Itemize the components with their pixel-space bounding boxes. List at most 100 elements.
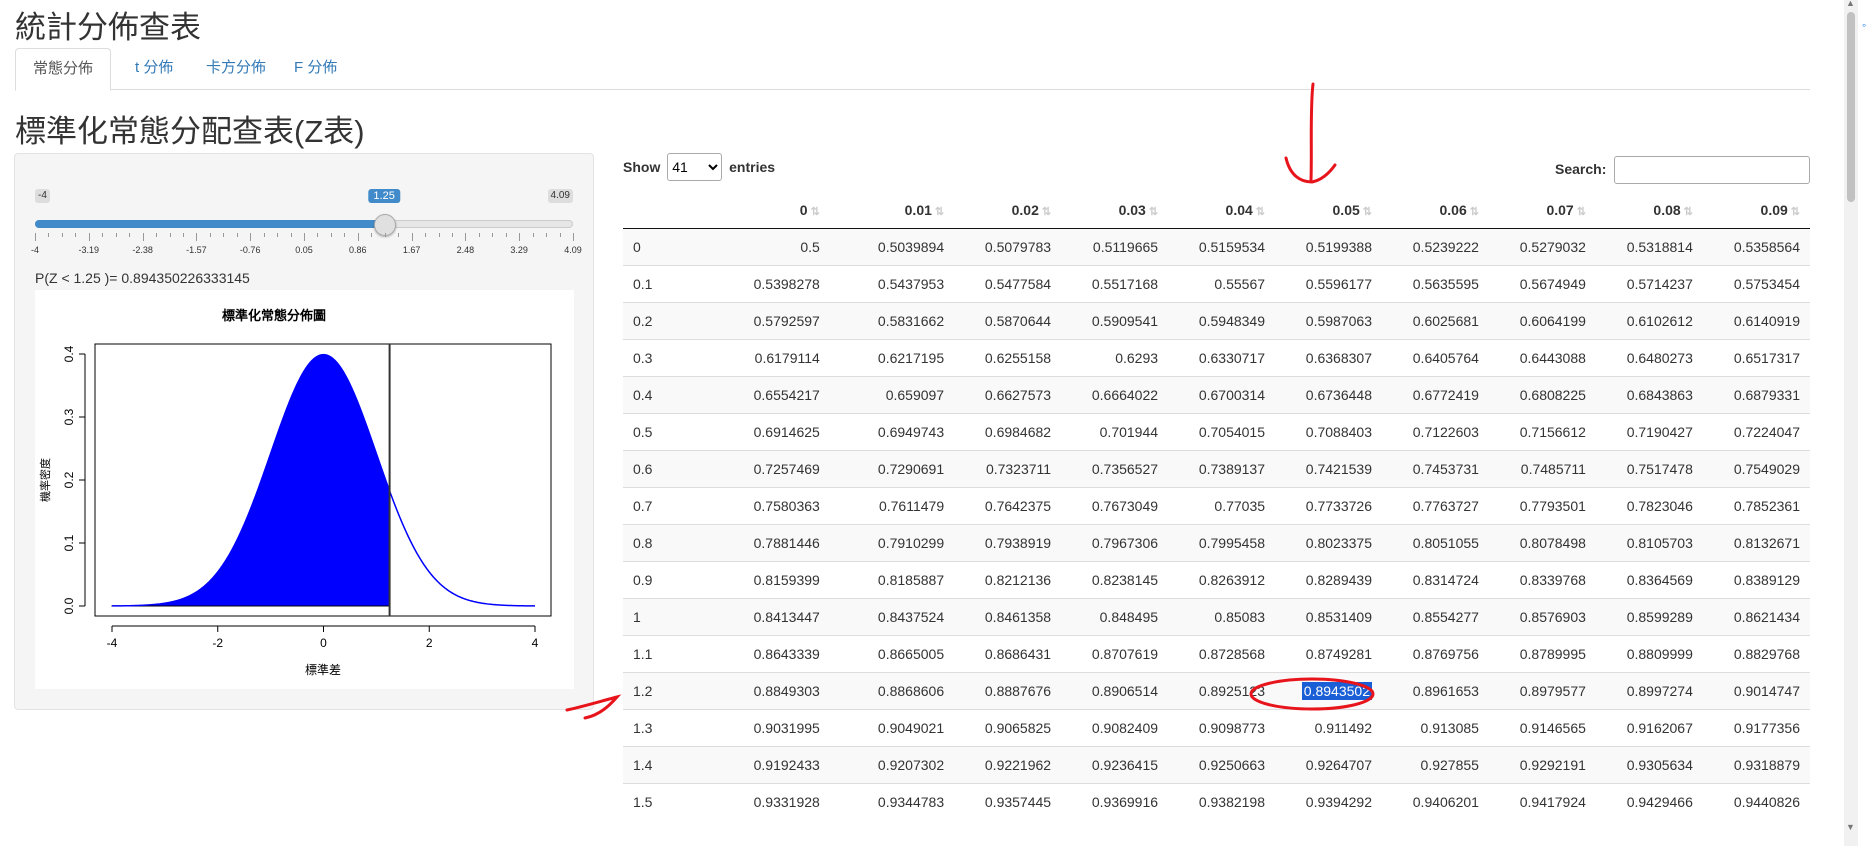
sort-icon[interactable]: ⇅ [811,206,820,218]
x-tick-label: 0 [320,636,327,650]
table-cell: 0.8238145 [1061,561,1169,599]
scroll-down-icon[interactable]: ▼ [1846,822,1855,832]
table-cell: 0.6808225 [1488,376,1596,414]
row-z-value: 0.1 [623,265,705,303]
search-input[interactable] [1614,156,1811,185]
column-header-z[interactable] [623,192,705,229]
table-cell: 0.9344783 [829,783,955,820]
slider-minor-tick [317,233,319,237]
sort-icon[interactable]: ⇅ [935,206,944,218]
table-cell: 0.7290691 [829,450,955,488]
table-row[interactable]: 0.6 0.7257469 0.7290691 0.7323711 0.7356527 0… [623,450,1810,488]
table-cell: 0.7611479 [829,487,955,525]
row-z-value: 1.3 [623,709,705,747]
tab-t[interactable]: t 分佈 [118,48,190,88]
page-length-select[interactable]: 41 [667,153,723,181]
table-cell: 0.7088403 [1275,413,1382,451]
table-cell: 0.9192433 [704,746,830,784]
table-row[interactable]: 1.4 0.9192433 0.9207302 0.9221962 0.9236415 0… [623,746,1810,784]
slider-minor-tick [559,233,561,237]
column-header[interactable]: 0.03 ⇅ [1061,192,1169,229]
sort-icon[interactable]: ⇅ [1684,206,1693,218]
column-header[interactable]: 0.04 ⇅ [1168,192,1276,229]
table-cell: 0.6443088 [1488,339,1596,377]
z-value-slider[interactable]: -4 4.09 1.25 -4 -3.19 -2.38 -1.57 -0.76 0.05 0… [31,189,582,259]
vertical-scrollbar[interactable]: ▲ ▼ [1844,0,1858,846]
table-cell: 0.5 [704,228,830,266]
slider-minor-tick [48,233,50,237]
table-cell: 0.9417924 [1488,783,1596,820]
slider-tick-label: -1.57 [186,245,207,255]
column-header[interactable]: 0 ⇅ [704,192,830,229]
column-header[interactable]: 0.05 ⇅ [1275,192,1382,229]
table-row[interactable]: 0.9 0.8159399 0.8185887 0.8212136 0.8238145 0… [623,561,1810,599]
tab-chi-square[interactable]: 卡方分佈 [189,48,283,88]
column-header-label: 0.08 [1653,202,1681,218]
table-row[interactable]: 0.5 0.6914625 0.6949743 0.6984682 0.701944 0.… [623,413,1810,451]
slider-tick-label: -2.38 [132,245,153,255]
table-row[interactable]: 0.2 0.5792597 0.5831662 0.5870644 0.5909541 0… [623,302,1810,340]
table-row[interactable]: 1.3 0.9031995 0.9049021 0.9065825 0.9082409 0… [623,709,1810,747]
table-cell: 0.5159534 [1168,228,1276,266]
table-row[interactable]: 1.2 0.8849303 0.8868606 0.8887676 0.8906514 0… [623,672,1810,710]
tab-normal[interactable]: 常態分佈 [15,48,112,91]
sort-icon[interactable]: ⇅ [1791,206,1800,218]
column-header[interactable]: 0.06 ⇅ [1381,192,1489,229]
row-z-value: 1.4 [623,746,705,784]
column-header[interactable]: 0.02 ⇅ [954,192,1062,229]
table-row[interactable]: 0.8 0.7881446 0.7910299 0.7938919 0.7967306 0… [623,524,1810,562]
table-row[interactable]: 1.5 0.9331928 0.9344783 0.9357445 0.9369916 0… [623,783,1810,820]
sort-icon[interactable]: ⇅ [1042,206,1051,218]
slider-tick [465,233,467,241]
table-cell: 0.9394292 [1275,783,1382,820]
table-cell: 0.8961653 [1381,672,1489,710]
table-row[interactable]: 0.1 0.5398278 0.5437953 0.5477584 0.5517168 0… [623,265,1810,303]
table-row[interactable]: 1.1 0.8643339 0.8665005 0.8686431 0.8707619 0… [623,635,1810,673]
table-row[interactable]: 0.4 0.6554217 0.659097 0.6627573 0.6664022 0.… [623,376,1810,414]
column-header[interactable]: 0.07 ⇅ [1488,192,1596,229]
table-cell: 0.8389129 [1702,561,1810,599]
table-cell: 0.8212136 [954,561,1062,599]
slider-tick-label: 0.86 [349,245,367,255]
slider-tick [304,233,305,241]
side-panel-icon[interactable]: ◦ [1862,18,1866,32]
table-cell: 0.9221962 [954,746,1062,784]
table-cell: 0.6293 [1061,339,1169,377]
table-cell: 0.7763727 [1381,487,1489,525]
table-cell: 0.5870644 [954,302,1062,340]
tab-f[interactable]: F 分佈 [277,48,354,88]
table-cell: 0.8314724 [1381,561,1489,599]
table-row[interactable]: 0 0.5 0.5039894 0.5079783 0.5119665 0.5159534… [623,228,1810,266]
slider-tick [196,233,198,241]
scroll-up-icon[interactable]: ▲ [1846,0,1855,8]
table-cell: 0.5792597 [704,302,830,340]
sort-icon[interactable]: ⇅ [1577,206,1586,218]
table-cell: 0.6179114 [704,339,830,377]
table-cell: 0.5279032 [1488,228,1596,266]
table-row[interactable]: 0.3 0.6179114 0.6217195 0.6255158 0.6293 0.63… [623,339,1810,377]
slider-tick-label: 0.05 [295,245,313,255]
table-row[interactable]: 0.7 0.7580363 0.7611479 0.7642375 0.7673049 0… [623,487,1810,525]
column-header[interactable]: 0.09 ⇅ [1702,192,1810,229]
slider-tick [519,233,521,241]
column-header[interactable]: 0.08 ⇅ [1595,192,1703,229]
table-cell: 0.7967306 [1061,524,1169,562]
table-cell: 0.8461358 [954,598,1062,636]
table-cell: 0.6914625 [704,413,830,451]
table-cell: 0.7938919 [954,524,1062,562]
table-cell: 0.7389137 [1168,450,1276,488]
sort-icon[interactable]: ⇅ [1363,206,1372,218]
table-cell: 0.7793501 [1488,487,1596,525]
table-cell: 0.7257469 [704,450,830,488]
slider-minor-tick [223,233,225,237]
sort-icon[interactable]: ⇅ [1256,206,1265,218]
column-header[interactable]: 0.01 ⇅ [829,192,955,229]
table-row[interactable]: 1 0.8413447 0.8437524 0.8461358 0.848495 0.85… [623,598,1810,636]
table-cell: 0.9264707 [1275,746,1382,784]
table-cell: 0.6949743 [829,413,955,451]
table-cell: 0.659097 [829,376,955,414]
sort-icon[interactable]: ⇅ [1470,206,1479,218]
column-header-label: 0.09 [1760,202,1788,218]
sort-icon[interactable]: ⇅ [1149,206,1158,218]
scrollbar-thumb[interactable] [1847,12,1855,202]
